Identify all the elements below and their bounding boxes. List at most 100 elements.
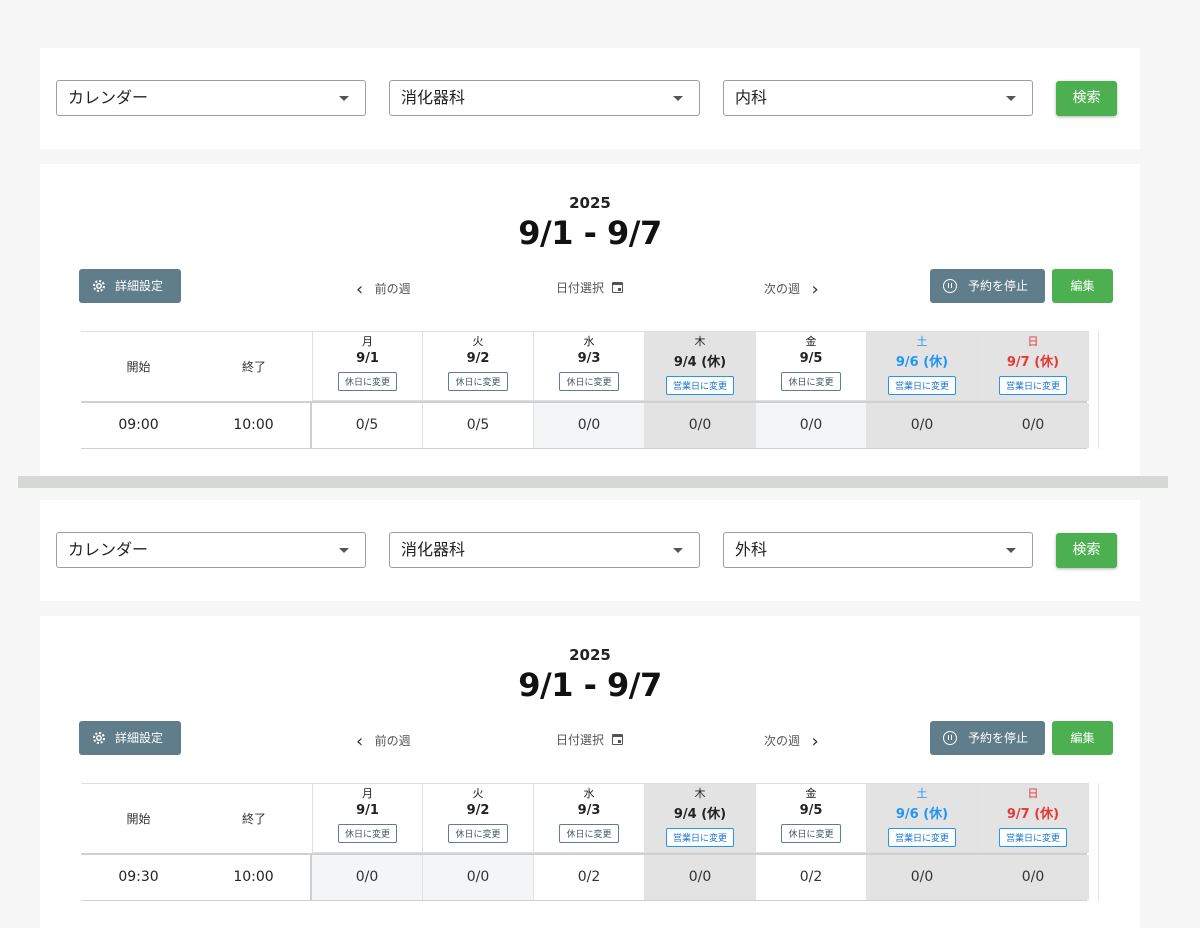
department-select[interactable]: 消化器科	[389, 80, 700, 116]
day-of-week: 木	[694, 335, 706, 348]
date-select-label: 日付選択	[556, 733, 605, 747]
schedule-table: 開始 終了 月 9/1 休日に変更 火 9/2 休日に変更 水 9/3 休日に変…	[81, 783, 1099, 901]
day-of-week: 日	[1027, 335, 1039, 348]
slot-cell[interactable]: 0/0	[423, 855, 534, 900]
day-date: 9/6 (休)	[895, 355, 949, 370]
change-to-holiday-button[interactable]: 休日に変更	[559, 372, 619, 391]
calendar-select[interactable]: カレンダー	[56, 80, 366, 116]
specialty-select-value: 内科	[735, 88, 768, 107]
section-divider	[18, 476, 1168, 488]
column-header-start: 開始	[81, 783, 196, 853]
change-to-business-day-button[interactable]: 営業日に変更	[665, 376, 734, 395]
next-week-button[interactable]: 次の週 ›	[764, 731, 819, 752]
slot-cell[interactable]: 0/0	[756, 403, 867, 448]
advanced-settings-button[interactable]: 詳細設定	[79, 269, 181, 303]
change-to-business-day-button[interactable]: 営業日に変更	[665, 828, 734, 847]
day-date: 9/5	[799, 351, 823, 366]
change-to-holiday-button[interactable]: 休日に変更	[337, 372, 397, 391]
day-date: 9/4 (休)	[673, 355, 727, 370]
specialty-select-value: 外科	[735, 540, 768, 559]
day-header-thu: 木 9/4 (休) 営業日に変更	[645, 783, 756, 853]
slot-cell[interactable]: 0/0	[312, 855, 423, 900]
change-to-holiday-button[interactable]: 休日に変更	[448, 824, 508, 843]
change-to-business-day-button[interactable]: 営業日に変更	[998, 376, 1067, 395]
day-date: 9/7 (休)	[1006, 807, 1060, 822]
day-header-sun: 日 9/7 (休) 営業日に変更	[978, 331, 1089, 401]
slot-cell[interactable]: 0/0	[978, 855, 1089, 900]
change-to-holiday-button[interactable]: 休日に変更	[337, 824, 397, 843]
edit-button[interactable]: 編集	[1052, 721, 1113, 755]
calendar-select[interactable]: カレンダー	[56, 532, 366, 568]
caret-down-icon	[339, 96, 349, 101]
change-to-holiday-button[interactable]: 休日に変更	[781, 824, 841, 843]
stop-reservations-label: 予約を停止	[968, 279, 1029, 293]
caret-down-icon	[1006, 96, 1016, 101]
search-button[interactable]: 検索	[1056, 81, 1117, 116]
day-date: 9/2	[466, 803, 490, 818]
day-date: 9/1	[356, 351, 379, 366]
slot-cell[interactable]: 0/0	[645, 855, 756, 900]
day-header-tue: 火 9/2 休日に変更	[423, 783, 534, 853]
row-divider	[81, 448, 1087, 449]
day-date: 9/2	[466, 351, 490, 366]
table-edge	[1098, 331, 1099, 449]
specialty-select[interactable]: 外科	[723, 532, 1033, 568]
search-button[interactable]: 検索	[1056, 533, 1117, 568]
stop-reservations-button[interactable]: 予約を停止	[930, 269, 1045, 303]
day-of-week: 火	[472, 335, 484, 348]
edit-button[interactable]: 編集	[1052, 269, 1113, 303]
change-to-holiday-button[interactable]: 休日に変更	[448, 372, 508, 391]
next-week-button[interactable]: 次の週 ›	[764, 279, 819, 300]
change-to-holiday-button[interactable]: 休日に変更	[559, 824, 619, 843]
change-to-holiday-button[interactable]: 休日に変更	[781, 372, 841, 391]
gear-icon	[93, 732, 105, 744]
caret-down-icon	[1006, 548, 1016, 553]
gear-icon	[93, 280, 105, 292]
day-header-mon: 月 9/1 休日に変更	[312, 331, 423, 401]
day-of-week: 火	[472, 787, 484, 800]
change-to-business-day-button[interactable]: 営業日に変更	[887, 376, 956, 395]
prev-week-button[interactable]: ‹ 前の週	[356, 279, 411, 300]
stop-reservations-button[interactable]: 予約を停止	[930, 721, 1045, 755]
day-date: 9/5	[799, 803, 823, 818]
next-week-label: 次の週	[764, 734, 801, 748]
change-to-business-day-button[interactable]: 営業日に変更	[887, 828, 956, 847]
day-of-week: 月	[362, 335, 373, 348]
schedule-table: 開始 終了 月 9/1 休日に変更 火 9/2 休日に変更 水 9/3 休日に変…	[81, 331, 1099, 449]
slot-cell[interactable]: 0/5	[312, 403, 423, 448]
calendar-year: 2025	[569, 646, 611, 664]
day-header-wed: 水 9/3 休日に変更	[534, 783, 645, 853]
advanced-settings-label: 詳細設定	[115, 731, 164, 745]
date-select-button[interactable]: 日付選択	[556, 279, 623, 296]
date-select-button[interactable]: 日付選択	[556, 731, 623, 748]
day-header-sun: 日 9/7 (休) 営業日に変更	[978, 783, 1089, 853]
prev-week-label: 前の週	[374, 282, 411, 296]
slot-cell[interactable]: 0/0	[867, 403, 978, 448]
filter-bar: カレンダー 消化器科 内科 検索	[40, 48, 1140, 149]
day-header-wed: 水 9/3 休日に変更	[534, 331, 645, 401]
day-of-week: 月	[362, 787, 373, 800]
prev-week-label: 前の週	[374, 734, 411, 748]
advanced-settings-button[interactable]: 詳細設定	[79, 721, 181, 755]
specialty-select[interactable]: 内科	[723, 80, 1033, 116]
day-header-mon: 月 9/1 休日に変更	[312, 783, 423, 853]
slot-cell[interactable]: 0/0	[534, 403, 645, 448]
prev-week-button[interactable]: ‹ 前の週	[356, 731, 411, 752]
slot-start-time: 09:30	[118, 869, 159, 885]
calendar-icon	[611, 282, 623, 293]
day-header-fri: 金 9/5 休日に変更	[756, 783, 867, 853]
pause-icon	[943, 279, 957, 293]
slot-cell[interactable]: 0/2	[534, 855, 645, 900]
slot-cell[interactable]: 0/0	[978, 403, 1089, 448]
stop-reservations-label: 予約を停止	[968, 731, 1029, 745]
slot-end-time: 10:00	[233, 869, 274, 885]
department-select[interactable]: 消化器科	[389, 532, 700, 568]
slot-cell[interactable]: 0/0	[867, 855, 978, 900]
date-select-label: 日付選択	[556, 281, 605, 295]
slot-cell[interactable]: 0/0	[645, 403, 756, 448]
slot-cell[interactable]: 0/2	[756, 855, 867, 900]
department-select-value: 消化器科	[401, 88, 466, 107]
week-range: 9/1 - 9/7	[518, 214, 662, 252]
slot-cell[interactable]: 0/5	[423, 403, 534, 448]
change-to-business-day-button[interactable]: 営業日に変更	[998, 828, 1067, 847]
